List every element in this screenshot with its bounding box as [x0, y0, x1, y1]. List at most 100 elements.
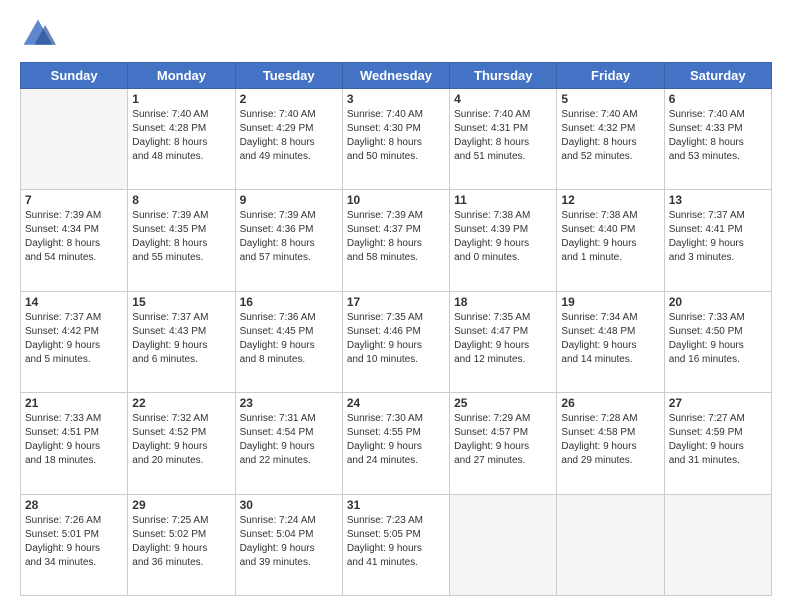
cell-text-line: Daylight: 8 hours — [561, 136, 659, 150]
calendar-cell: 20Sunrise: 7:33 AMSunset: 4:50 PMDayligh… — [664, 291, 771, 392]
cell-text-line: Sunrise: 7:29 AM — [454, 412, 552, 426]
cell-text-line: Daylight: 9 hours — [240, 440, 338, 454]
calendar-cell: 2Sunrise: 7:40 AMSunset: 4:29 PMDaylight… — [235, 89, 342, 190]
calendar-cell: 27Sunrise: 7:27 AMSunset: 4:59 PMDayligh… — [664, 393, 771, 494]
cell-text-line: Daylight: 9 hours — [347, 440, 445, 454]
cell-text-line: Daylight: 9 hours — [561, 339, 659, 353]
calendar-cell: 1Sunrise: 7:40 AMSunset: 4:28 PMDaylight… — [128, 89, 235, 190]
cell-text-line: and 3 minutes. — [669, 251, 767, 265]
cell-text-line: Daylight: 9 hours — [25, 440, 123, 454]
week-row-1: 1Sunrise: 7:40 AMSunset: 4:28 PMDaylight… — [21, 89, 772, 190]
cell-text-line: and 54 minutes. — [25, 251, 123, 265]
day-number: 7 — [25, 193, 123, 207]
calendar-cell: 6Sunrise: 7:40 AMSunset: 4:33 PMDaylight… — [664, 89, 771, 190]
calendar-cell: 25Sunrise: 7:29 AMSunset: 4:57 PMDayligh… — [450, 393, 557, 494]
calendar-table: SundayMondayTuesdayWednesdayThursdayFrid… — [20, 62, 772, 596]
cell-text-line: and 18 minutes. — [25, 454, 123, 468]
cell-text-line: Sunset: 4:36 PM — [240, 223, 338, 237]
cell-text-line: Sunrise: 7:39 AM — [347, 209, 445, 223]
calendar-cell: 19Sunrise: 7:34 AMSunset: 4:48 PMDayligh… — [557, 291, 664, 392]
cell-text-line: Sunset: 4:41 PM — [669, 223, 767, 237]
calendar-cell: 22Sunrise: 7:32 AMSunset: 4:52 PMDayligh… — [128, 393, 235, 494]
cell-text-line: Sunrise: 7:28 AM — [561, 412, 659, 426]
cell-text-line: Sunset: 4:28 PM — [132, 122, 230, 136]
calendar-cell: 15Sunrise: 7:37 AMSunset: 4:43 PMDayligh… — [128, 291, 235, 392]
cell-text-line: Sunset: 4:29 PM — [240, 122, 338, 136]
day-number: 26 — [561, 396, 659, 410]
day-number: 21 — [25, 396, 123, 410]
cell-text-line: and 53 minutes. — [669, 150, 767, 164]
cell-text-line: Daylight: 8 hours — [347, 237, 445, 251]
cell-text-line: Sunset: 4:58 PM — [561, 426, 659, 440]
day-number: 28 — [25, 498, 123, 512]
day-number: 30 — [240, 498, 338, 512]
calendar-cell: 23Sunrise: 7:31 AMSunset: 4:54 PMDayligh… — [235, 393, 342, 494]
cell-text-line: Sunrise: 7:37 AM — [25, 311, 123, 325]
calendar-cell — [664, 494, 771, 595]
cell-text-line: Daylight: 8 hours — [347, 136, 445, 150]
cell-text-line: Daylight: 9 hours — [240, 542, 338, 556]
calendar-cell: 21Sunrise: 7:33 AMSunset: 4:51 PMDayligh… — [21, 393, 128, 494]
cell-text-line: and 14 minutes. — [561, 353, 659, 367]
cell-text-line: Sunrise: 7:40 AM — [240, 108, 338, 122]
cell-text-line: Sunset: 4:31 PM — [454, 122, 552, 136]
week-row-5: 28Sunrise: 7:26 AMSunset: 5:01 PMDayligh… — [21, 494, 772, 595]
cell-text-line: Sunrise: 7:40 AM — [454, 108, 552, 122]
header — [20, 16, 772, 52]
day-number: 5 — [561, 92, 659, 106]
calendar-cell: 8Sunrise: 7:39 AMSunset: 4:35 PMDaylight… — [128, 190, 235, 291]
cell-text-line: Sunset: 5:02 PM — [132, 528, 230, 542]
cell-text-line: Daylight: 9 hours — [347, 339, 445, 353]
day-number: 25 — [454, 396, 552, 410]
cell-text-line: Sunset: 5:05 PM — [347, 528, 445, 542]
cell-text-line: and 22 minutes. — [240, 454, 338, 468]
cell-text-line: Daylight: 9 hours — [25, 542, 123, 556]
cell-text-line: and 57 minutes. — [240, 251, 338, 265]
cell-text-line: Sunrise: 7:38 AM — [454, 209, 552, 223]
cell-text-line: and 0 minutes. — [454, 251, 552, 265]
cell-text-line: Sunrise: 7:36 AM — [240, 311, 338, 325]
cell-text-line: Daylight: 8 hours — [240, 136, 338, 150]
cell-text-line: and 27 minutes. — [454, 454, 552, 468]
cell-text-line: Sunset: 4:39 PM — [454, 223, 552, 237]
cell-text-line: Daylight: 9 hours — [454, 440, 552, 454]
cell-text-line: Sunset: 4:32 PM — [561, 122, 659, 136]
weekday-header-thursday: Thursday — [450, 63, 557, 89]
day-number: 31 — [347, 498, 445, 512]
calendar-cell: 10Sunrise: 7:39 AMSunset: 4:37 PMDayligh… — [342, 190, 449, 291]
cell-text-line: Sunrise: 7:32 AM — [132, 412, 230, 426]
cell-text-line: Daylight: 9 hours — [454, 237, 552, 251]
day-number: 16 — [240, 295, 338, 309]
calendar-cell: 18Sunrise: 7:35 AMSunset: 4:47 PMDayligh… — [450, 291, 557, 392]
cell-text-line: and 8 minutes. — [240, 353, 338, 367]
cell-text-line: Daylight: 9 hours — [561, 237, 659, 251]
cell-text-line: and 1 minute. — [561, 251, 659, 265]
cell-text-line: Sunrise: 7:33 AM — [25, 412, 123, 426]
calendar-cell: 5Sunrise: 7:40 AMSunset: 4:32 PMDaylight… — [557, 89, 664, 190]
day-number: 8 — [132, 193, 230, 207]
week-row-4: 21Sunrise: 7:33 AMSunset: 4:51 PMDayligh… — [21, 393, 772, 494]
day-number: 27 — [669, 396, 767, 410]
calendar-cell — [557, 494, 664, 595]
cell-text-line: Daylight: 9 hours — [132, 542, 230, 556]
cell-text-line: and 5 minutes. — [25, 353, 123, 367]
cell-text-line: Sunrise: 7:40 AM — [669, 108, 767, 122]
day-number: 15 — [132, 295, 230, 309]
day-number: 4 — [454, 92, 552, 106]
calendar-cell: 30Sunrise: 7:24 AMSunset: 5:04 PMDayligh… — [235, 494, 342, 595]
cell-text-line: and 52 minutes. — [561, 150, 659, 164]
calendar-cell: 17Sunrise: 7:35 AMSunset: 4:46 PMDayligh… — [342, 291, 449, 392]
cell-text-line: and 20 minutes. — [132, 454, 230, 468]
day-number: 23 — [240, 396, 338, 410]
day-number: 11 — [454, 193, 552, 207]
cell-text-line: Daylight: 9 hours — [25, 339, 123, 353]
cell-text-line: and 39 minutes. — [240, 556, 338, 570]
cell-text-line: Daylight: 9 hours — [347, 542, 445, 556]
cell-text-line: Sunset: 4:47 PM — [454, 325, 552, 339]
calendar-cell: 13Sunrise: 7:37 AMSunset: 4:41 PMDayligh… — [664, 190, 771, 291]
cell-text-line: Sunrise: 7:35 AM — [347, 311, 445, 325]
cell-text-line: Sunrise: 7:39 AM — [132, 209, 230, 223]
calendar-cell: 28Sunrise: 7:26 AMSunset: 5:01 PMDayligh… — [21, 494, 128, 595]
cell-text-line: and 49 minutes. — [240, 150, 338, 164]
calendar-cell — [21, 89, 128, 190]
